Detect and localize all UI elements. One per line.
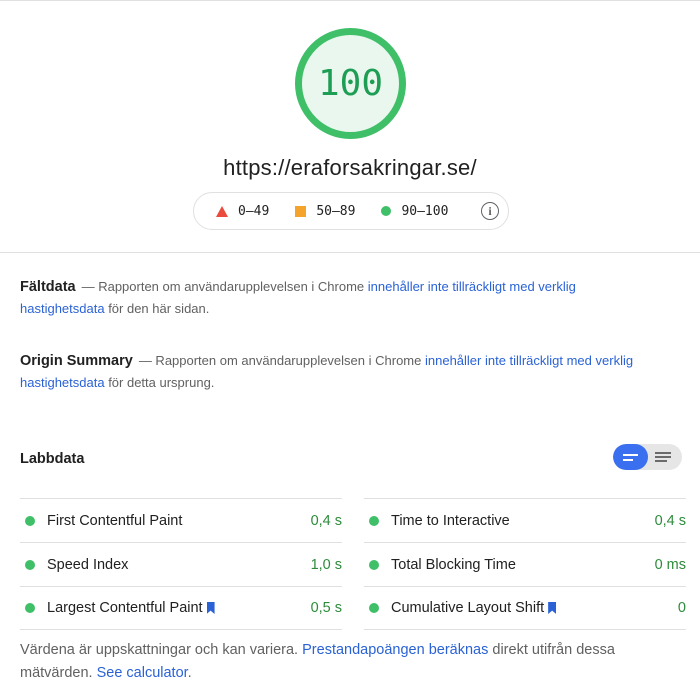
- pass-dot-icon: [369, 559, 379, 570]
- page-url: https://eraforsakringar.se/: [223, 155, 477, 180]
- metric-name: Speed Index: [47, 556, 129, 573]
- origin-summary-title: Origin Summary: [20, 353, 133, 369]
- origin-summary-text: — Rapporten om användarupplevelsen i Chr…: [138, 353, 425, 368]
- compact-view-icon: [623, 454, 638, 456]
- legend-pass-label: 90–100: [401, 203, 449, 219]
- metric-name: Largest Contentful Paint: [47, 600, 203, 616]
- compact-view-icon-line: [623, 459, 633, 461]
- compact-view-button[interactable]: [613, 444, 648, 470]
- footer-text-end: .: [187, 665, 192, 681]
- metric-first-contentful-paint: First Contentful Paint 0,4 s: [20, 498, 342, 542]
- field-data-section: Fältdata — Rapporten om användarupplevels…: [20, 276, 660, 320]
- field-data-text: — Rapporten om användarupplevelsen i Chr…: [81, 279, 368, 294]
- list-icon-line: [655, 460, 667, 462]
- pass-dot-icon: [25, 603, 35, 613]
- metric-speed-index: Speed Index 1,0 s: [20, 542, 342, 586]
- top-border: [0, 0, 700, 1]
- metric-value: 0 ms: [654, 556, 686, 573]
- see-calculator-link[interactable]: See calculator: [97, 665, 188, 681]
- field-data-title: Fältdata: [20, 279, 76, 295]
- metric-cumulative-layout-shift: Cumulative Layout Shift 0: [364, 586, 686, 630]
- metric-value: 0,5 s: [310, 600, 342, 616]
- metrics-view-toggle[interactable]: [613, 444, 682, 470]
- metric-value: 0,4 s: [310, 512, 342, 529]
- metric-value: 0,4 s: [654, 512, 686, 529]
- info-icon[interactable]: i: [481, 202, 499, 220]
- metric-time-to-interactive: Time to Interactive 0,4 s: [364, 498, 686, 542]
- bookmark-icon[interactable]: [548, 602, 557, 614]
- score-legend: 0–49 50–89 90–100 i: [193, 192, 509, 230]
- footer-note: Värdena är uppskattningar och kan varier…: [20, 639, 660, 685]
- metric-name: Cumulative Layout Shift: [391, 600, 545, 616]
- list-icon: [655, 452, 671, 454]
- metric-name: Time to Interactive: [391, 512, 510, 529]
- field-data-text-end: för den här sidan.: [104, 301, 210, 316]
- origin-summary-text-end: för detta ursprung.: [104, 375, 215, 390]
- bookmark-icon[interactable]: [206, 602, 215, 614]
- pass-dot-icon: [369, 603, 379, 613]
- pass-dot-icon: [25, 515, 35, 526]
- metric-value: 1,0 s: [310, 556, 342, 573]
- metric-total-blocking-time: Total Blocking Time 0 ms: [364, 542, 686, 586]
- legend-average: 50–89: [295, 204, 355, 219]
- metric-name: Total Blocking Time: [391, 556, 516, 573]
- origin-summary-section: Origin Summary — Rapporten om användarupp…: [20, 350, 660, 394]
- metric-name-wrap: Cumulative Layout Shift: [391, 600, 678, 616]
- legend-pass: 90–100: [381, 204, 448, 219]
- performance-score-gauge: 100: [294, 27, 407, 140]
- metric-name: First Contentful Paint: [47, 512, 183, 529]
- metric-largest-contentful-paint: Largest Contentful Paint 0,5 s: [20, 586, 342, 630]
- section-divider: [0, 252, 700, 253]
- pass-dot-icon: [369, 515, 379, 526]
- legend-average-label: 50–89: [316, 203, 356, 219]
- circle-icon: [381, 206, 392, 216]
- metric-value: 0: [677, 600, 686, 616]
- triangle-icon: [216, 205, 228, 217]
- legend-fail: 0–49: [216, 204, 269, 219]
- metric-name-wrap: Largest Contentful Paint: [47, 600, 311, 616]
- footer-text: Värdena är uppskattningar och kan varier…: [20, 642, 303, 658]
- list-icon-line: [655, 456, 671, 458]
- legend-fail-label: 0–49: [238, 203, 270, 219]
- square-icon: [295, 205, 307, 217]
- pass-dot-icon: [25, 559, 35, 570]
- lab-data-title: Labbdata: [20, 451, 85, 467]
- score-value: 100: [317, 63, 384, 104]
- score-calculation-link[interactable]: Prestandapoängen beräknas: [302, 642, 488, 658]
- metrics-column-right: Time to Interactive 0,4 s Total Blocking…: [364, 498, 686, 630]
- metrics-column-left: First Contentful Paint 0,4 s Speed Index…: [20, 498, 342, 630]
